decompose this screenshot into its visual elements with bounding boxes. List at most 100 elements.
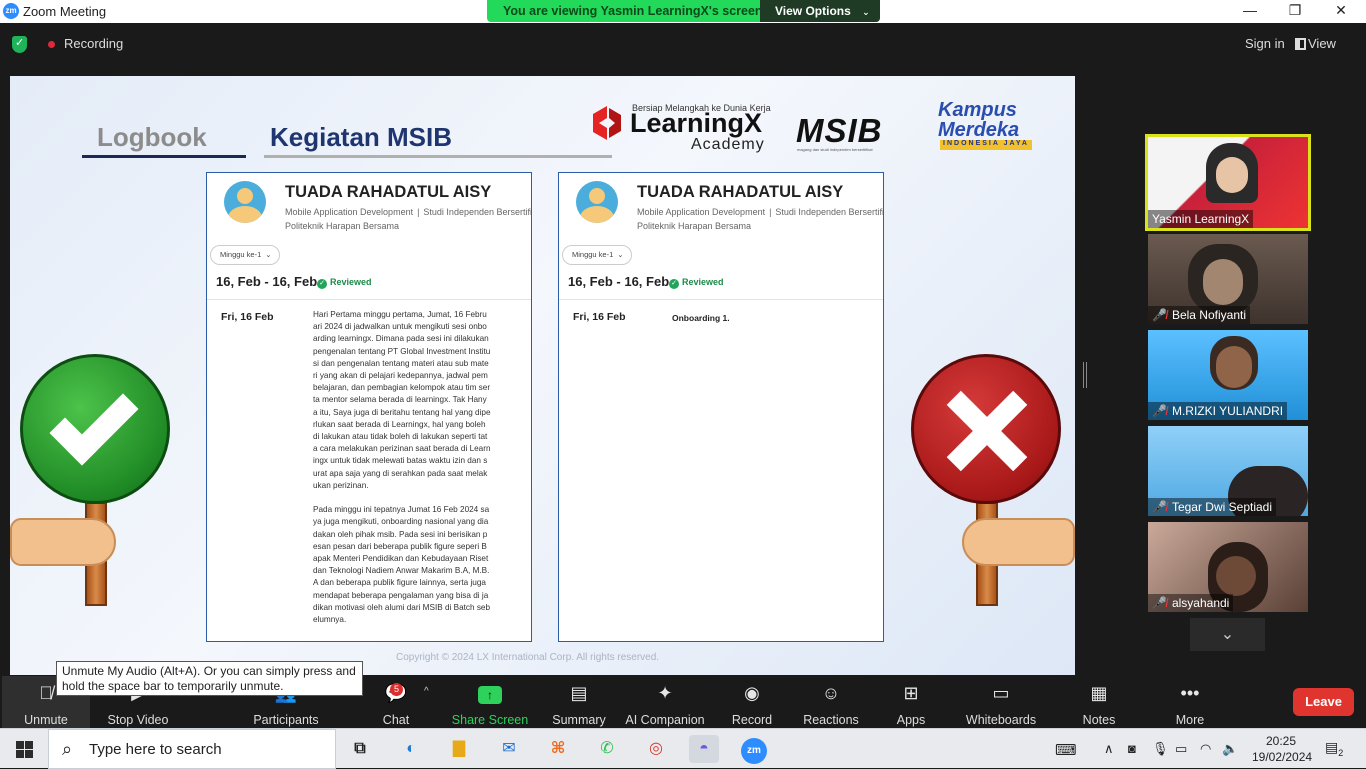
apps-button[interactable]: ⊞ Apps <box>886 676 936 728</box>
file-explorer-icon[interactable]: ▇ <box>444 735 474 763</box>
tab-logbook: Logbook <box>97 122 207 152</box>
msib-tagline: magang dan studi independen bersertifika… <box>797 147 873 152</box>
ai-companion-button[interactable]: ✦ AI Companion <box>622 676 708 728</box>
notes-icon: ▦ <box>1090 683 1108 703</box>
chevron-up-icon[interactable]: ∧ <box>1104 741 1114 757</box>
check-circle-icon: ✓ <box>317 279 327 289</box>
windows-taskbar: ⌕ Type here to search ⧉ ◐ ▇ ✉ ⌘ ✆ ◎ ◓ zm… <box>0 728 1366 769</box>
participant-name: 🎤̸ Tegar Dwi Septiadi <box>1148 498 1277 516</box>
maximize-button[interactable]: ❐ <box>1285 2 1305 19</box>
taskbar-clock[interactable]: 20:25 19/02/2024 <box>1252 733 1312 765</box>
apps-icon: ⊞ <box>903 683 919 703</box>
chrome-icon[interactable]: ◎ <box>641 735 671 763</box>
week-select: Minggu ke-1 ⌄ <box>562 245 632 265</box>
notes-button[interactable]: ▦ Notes <box>1074 676 1124 728</box>
date-range: 16, Feb - 16, Feb <box>568 274 670 289</box>
learningx-logo: LearningX <box>630 108 763 138</box>
recording-dot-icon <box>48 41 55 48</box>
microphone-icon[interactable]: 🎙 <box>1152 741 1169 757</box>
hand-left-icon <box>10 518 116 566</box>
program-info: Mobile Application Development | Studi Ind… <box>285 207 532 217</box>
taskbar-search-box[interactable]: ⌕ Type here to search <box>48 729 336 769</box>
participant-face <box>1203 259 1243 305</box>
school-name: Politeknik Harapan Bersama <box>285 221 400 231</box>
camera-icon[interactable]: ◙ <box>1128 741 1136 756</box>
share-screen-icon: ↑ <box>448 682 532 704</box>
participant-name: 🎤̸ M.RIZKI YULIANDRI <box>1148 402 1288 420</box>
more-button[interactable]: ••• More <box>1166 676 1214 728</box>
edge-browser-icon[interactable]: ◐ <box>396 735 426 763</box>
shield-icon[interactable] <box>12 36 27 53</box>
week-select: Minggu ke-1 ⌄ <box>210 245 280 265</box>
whatsapp-icon[interactable]: ✆ <box>592 735 622 763</box>
participant-face <box>1216 157 1248 193</box>
leave-button[interactable]: Leave <box>1293 688 1354 716</box>
divider <box>559 299 883 300</box>
kampus-merdeka-logo-line2: Merdeka <box>938 119 1020 141</box>
chat-button[interactable]: 💬5 Chat <box>366 676 426 728</box>
mail-icon[interactable]: ✉ <box>494 735 524 763</box>
xampp-icon[interactable]: ⌘ <box>543 735 573 763</box>
mic-muted-icon: 🎤̸ <box>1152 404 1167 418</box>
participant-face <box>1216 556 1256 596</box>
entry-day: Fri, 16 Feb <box>221 311 274 323</box>
close-button[interactable]: ✕ <box>1331 2 1351 19</box>
battery-icon[interactable]: ▭ <box>1175 741 1187 757</box>
view-options-button[interactable]: View Options ⌄ <box>760 0 880 22</box>
reactions-button[interactable]: ☺ Reactions <box>798 676 864 728</box>
whiteboard-icon: ▭ <box>992 683 1010 703</box>
mic-muted-icon: 🎤̸ <box>1152 500 1167 514</box>
notification-icon[interactable]: ▤2 <box>1325 739 1343 758</box>
panel-resize-handle[interactable] <box>1083 362 1087 388</box>
participant-tile[interactable]: 🎤̸ Tegar Dwi Septiadi <box>1148 426 1308 516</box>
grid-view-icon[interactable] <box>1295 38 1306 50</box>
zoom-app-icon: zm <box>3 3 19 19</box>
clock-time: 20:25 <box>1265 734 1297 748</box>
chevron-down-icon: ⌄ <box>265 250 272 259</box>
student-name: TUADA RAHADATUL AISY <box>637 183 844 201</box>
student-name: TUADA RAHADATUL AISY <box>285 183 492 201</box>
program-info: Mobile Application Development | Studi Ind… <box>637 207 884 217</box>
participant-name: 🎤̸ Bela Nofiyanti <box>1148 306 1250 324</box>
participant-tile[interactable]: 🎤̸ Bela Nofiyanti <box>1148 234 1308 324</box>
participant-tile[interactable]: 🎤̸ alsyahandi <box>1148 522 1308 612</box>
recording-indicator[interactable]: Recording <box>64 36 123 51</box>
wifi-icon[interactable]: ◠ <box>1200 741 1211 757</box>
msib-logo: MSIB <box>796 112 883 149</box>
avatar <box>224 181 266 223</box>
record-button[interactable]: ◉ Record <box>722 676 782 728</box>
entry-day: Fri, 16 Feb <box>573 311 626 323</box>
keyboard-icon[interactable]: ⌨ <box>1055 741 1077 759</box>
check-circle-icon: ✓ <box>669 279 679 289</box>
discord-icon[interactable]: ◓ <box>689 735 719 763</box>
zoom-icon: zm <box>741 738 767 764</box>
status-badge: ✓ Reviewed <box>669 277 724 289</box>
search-placeholder: Type here to search <box>89 741 222 758</box>
sign-in-button[interactable]: Sign in <box>1245 36 1285 51</box>
task-view-icon[interactable]: ⧉ <box>345 735 375 763</box>
windows-start-icon[interactable] <box>16 741 33 758</box>
divider <box>207 299 531 300</box>
volume-icon[interactable]: 🔈 <box>1222 741 1238 757</box>
zoom-taskbar-icon[interactable]: zm <box>738 735 770 764</box>
chat-options-caret-icon[interactable]: ^ <box>424 686 429 697</box>
chat-icon: 💬5 <box>366 682 426 704</box>
notification-count: 2 <box>1338 747 1344 758</box>
minimize-button[interactable]: — <box>1240 2 1260 18</box>
mic-muted-icon: 🎤̸ <box>1152 596 1167 610</box>
view-button[interactable]: View <box>1308 36 1336 51</box>
share-screen-button[interactable]: ↑ Share Screen <box>448 676 532 728</box>
participant-name: Yasmin LearningX <box>1148 210 1254 228</box>
chevron-down-icon[interactable]: ⌄ <box>1190 618 1265 651</box>
whiteboards-button[interactable]: ▭ Whiteboards <box>962 676 1040 728</box>
avatar <box>576 181 618 223</box>
window-title: Zoom Meeting <box>23 4 107 19</box>
mic-muted-icon: 🎤̸ <box>1152 308 1167 322</box>
copyright-text: Copyright © 2024 LX International Corp. … <box>396 652 660 663</box>
participant-tile[interactable]: Yasmin LearningX <box>1145 134 1311 231</box>
summary-button[interactable]: ▤ Summary <box>545 676 613 728</box>
tab-logbook-underline <box>82 155 246 158</box>
learningx-academy: Academy <box>691 136 765 153</box>
meeting-top-bar: Recording Sign in View <box>0 23 1366 68</box>
participant-tile[interactable]: 🎤̸ M.RIZKI YULIANDRI <box>1148 330 1308 420</box>
